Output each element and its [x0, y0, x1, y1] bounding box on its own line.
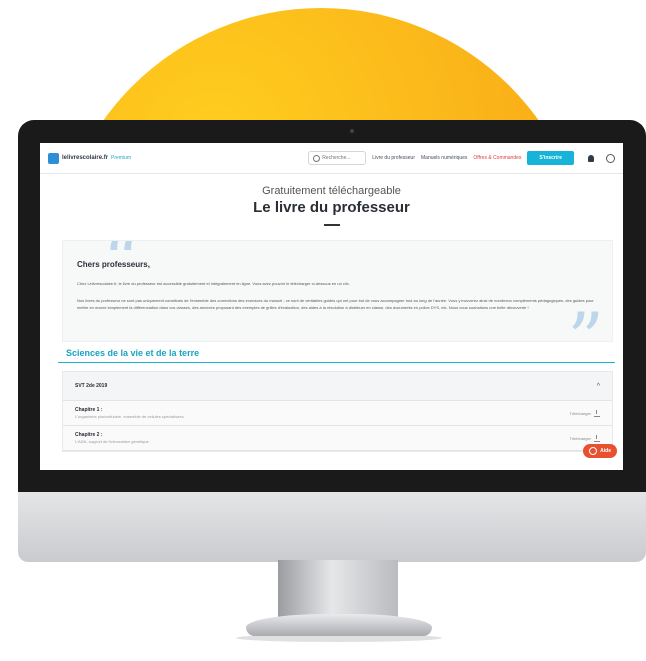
hero: Gratuitement téléchargeable Le livre du …: [40, 174, 623, 226]
camera-icon: [350, 129, 354, 133]
top-navbar: lelivrescolaire.fr Premium Livre du prof…: [40, 143, 623, 174]
brand-name: lelivrescolaire.fr: [62, 155, 109, 161]
premium-badge: Premium: [111, 155, 132, 161]
monitor-base: [246, 614, 432, 636]
monitor-stand: [278, 560, 398, 622]
download-icon: [594, 434, 600, 442]
chapter-row: Chapitre 2 : L'ADN, support de l'informa…: [63, 426, 612, 451]
download-label: Télécharger: [569, 410, 591, 416]
brand-logo[interactable]: lelivrescolaire.fr Premium: [48, 152, 132, 164]
download-button[interactable]: Télécharger: [569, 434, 600, 442]
monitor-chin: [18, 492, 646, 562]
accordion-title: SVT 2de 2019: [75, 383, 108, 389]
search-input[interactable]: [322, 155, 361, 161]
screen: lelivrescolaire.fr Premium Livre du prof…: [40, 143, 623, 470]
chapter-title: Chapitre 2 :: [75, 432, 103, 438]
help-label: Aide: [600, 448, 611, 454]
message-paragraph-2: Nos livres du professeur ne sont pas uni…: [77, 298, 594, 310]
help-icon: [589, 447, 598, 455]
teacher-message-card: “ ” Chers professeurs, Chez Lelivrescola…: [62, 240, 613, 342]
chapter-description: L'ADN, support de l'information génétiqu…: [75, 439, 149, 444]
download-icon: [594, 409, 600, 417]
section-title: Sciences de la vie et de la terre: [66, 348, 200, 358]
user-icon[interactable]: [606, 153, 615, 163]
download-label: Télécharger: [569, 435, 591, 441]
chapter-title: Chapitre 1 :: [75, 407, 103, 413]
help-button[interactable]: Aide: [583, 444, 617, 458]
search-box[interactable]: [308, 151, 367, 165]
message-paragraph-1: Chez Lelivrescolaire.fr, le livre du pro…: [77, 281, 350, 286]
message-title: Chers professeurs,: [77, 260, 150, 269]
chapter-description: L'organisme pluricellulaire, ensemble de…: [75, 414, 184, 419]
chevron-up-icon[interactable]: ^: [597, 383, 600, 390]
accordion-svt: SVT 2de 2019 ^ Chapitre 1 : L'organisme …: [62, 371, 613, 452]
title-divider: [323, 224, 340, 226]
accordion-header[interactable]: SVT 2de 2019 ^: [63, 372, 612, 401]
section-divider: [58, 362, 615, 363]
nav-manuels-numeriques[interactable]: Manuels numériques: [421, 155, 467, 161]
hero-subtitle: Gratuitement téléchargeable: [262, 185, 401, 197]
bell-icon[interactable]: [588, 154, 594, 162]
search-icon: [313, 154, 321, 162]
signup-button[interactable]: S'inscrire: [527, 151, 574, 165]
download-button[interactable]: Télécharger: [569, 409, 600, 417]
page-title: Le livre du professeur: [253, 199, 410, 216]
nav-livre-professeur[interactable]: Livre du professeur: [372, 155, 415, 161]
chapter-row: Chapitre 1 : L'organisme pluricellulaire…: [63, 401, 612, 426]
logo-icon: [48, 152, 59, 164]
nav-offres-commandes[interactable]: Offres & Commandes: [473, 155, 521, 161]
